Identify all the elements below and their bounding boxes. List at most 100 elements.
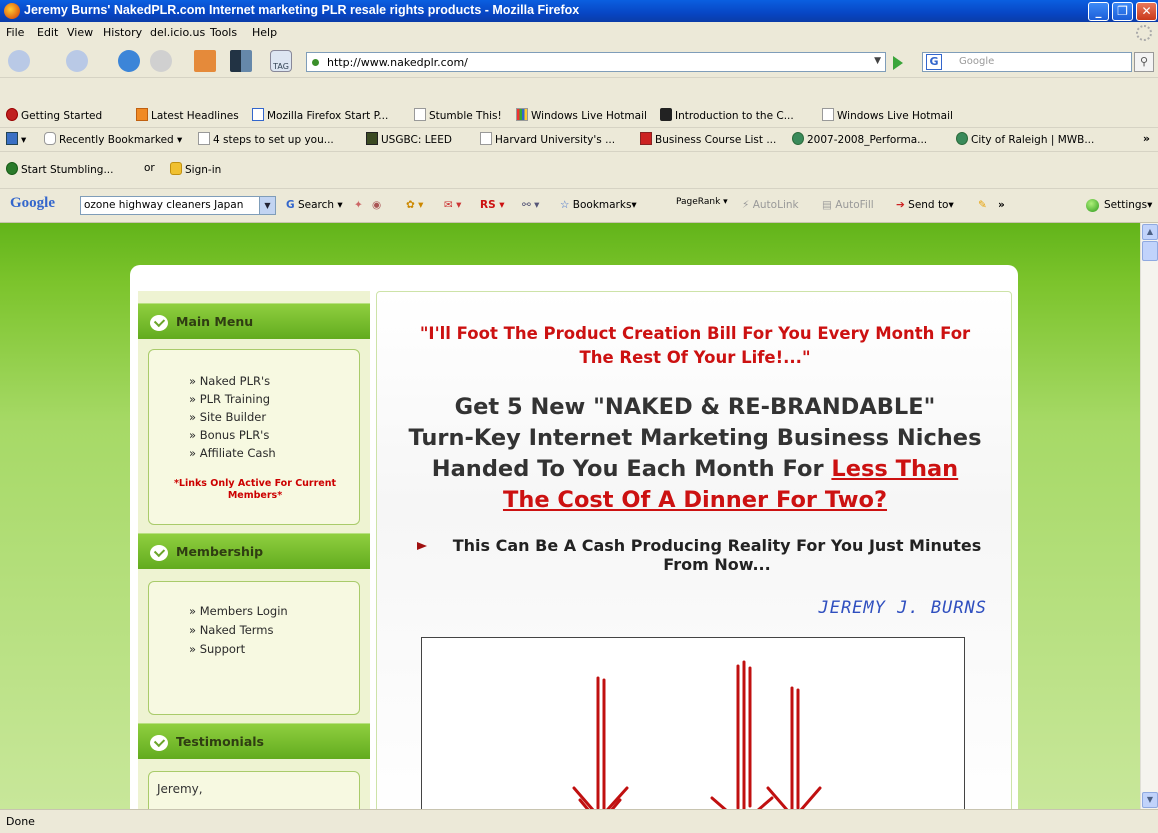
throbber-icon bbox=[1136, 25, 1152, 41]
home-icon[interactable] bbox=[194, 50, 216, 72]
pencil-icon[interactable]: ✎ bbox=[978, 199, 987, 211]
bookmark-performance[interactable]: 2007-2008_Performa... bbox=[792, 132, 927, 146]
sidebar: Main Menu Naked PLR's PLR Training Site … bbox=[138, 291, 370, 809]
headline-red-1: Less Than bbox=[831, 456, 959, 482]
maximize-button[interactable]: ❐ bbox=[1112, 2, 1133, 21]
testimonial-text: Jeremy, bbox=[157, 782, 203, 796]
bookmark-hotmail-2[interactable]: Windows Live Hotmail bbox=[822, 108, 953, 122]
bookmark-menu-button[interactable]: ▾ bbox=[6, 132, 26, 146]
toolbar-overflow-button[interactable]: » bbox=[998, 199, 1005, 211]
google-search-button[interactable]: G Search ▾ bbox=[286, 199, 343, 211]
popup-blocker-icon[interactable]: ◉ bbox=[372, 199, 381, 211]
back-icon[interactable] bbox=[8, 50, 30, 72]
page-viewport: Main Menu Naked PLR's PLR Training Site … bbox=[0, 223, 1140, 809]
bookmark-label: Mozilla Firefox Start P... bbox=[267, 110, 389, 122]
status-text: Done bbox=[6, 815, 35, 828]
window-title-bar: Jeremy Burns' NakedPLR.com Internet mark… bbox=[0, 0, 1158, 22]
menu-help[interactable]: Help bbox=[252, 26, 277, 39]
scroll-thumb[interactable] bbox=[1142, 241, 1158, 261]
headline-line-3: Handed To You Each Month For Less Than bbox=[377, 454, 1013, 485]
settings-icon bbox=[1086, 199, 1099, 212]
link-site-builder[interactable]: Site Builder bbox=[189, 410, 266, 424]
bookmark-usgbc[interactable]: USGBC: LEED bbox=[366, 132, 452, 146]
rs-button[interactable]: RS ▾ bbox=[480, 199, 505, 211]
google-search-input[interactable]: ozone highway cleaners Japan ▼ bbox=[80, 196, 276, 215]
bookmark-getting-started[interactable]: Getting Started bbox=[6, 108, 102, 122]
bookmark-harvard[interactable]: Harvard University's ... bbox=[480, 132, 615, 146]
bookmark-raleigh[interactable]: City of Raleigh | MWB... bbox=[956, 132, 1094, 146]
settings-button[interactable]: Settings▾ bbox=[1104, 199, 1152, 211]
url-text: http://www.nakedplr.com/ bbox=[327, 56, 468, 69]
search-engine-icon[interactable]: G bbox=[926, 54, 942, 70]
bookmark-4-steps[interactable]: 4 steps to set up you... bbox=[198, 132, 334, 146]
toolbar-extras-icon[interactable]: ✿ ▾ bbox=[406, 199, 423, 211]
down-arrows-icon bbox=[572, 660, 822, 809]
autolink-button[interactable]: ⚡ AutoLink bbox=[742, 199, 799, 211]
link-plr-training[interactable]: PLR Training bbox=[189, 392, 270, 406]
chevron-down-icon[interactable]: ▼ bbox=[259, 197, 275, 214]
url-dropdown-icon[interactable]: ▼ bbox=[874, 56, 881, 66]
business-icon bbox=[640, 132, 652, 145]
tree-icon bbox=[792, 132, 804, 145]
start-stumbling-button[interactable]: Start Stumbling... bbox=[6, 162, 114, 176]
stop-icon[interactable] bbox=[150, 50, 172, 72]
check-icon bbox=[150, 545, 168, 561]
vertical-scrollbar[interactable]: ▲ ▼ bbox=[1140, 223, 1158, 809]
sign-in-button[interactable]: Sign-in bbox=[170, 162, 221, 176]
url-input[interactable]: http://www.nakedplr.com/ ▼ bbox=[306, 52, 886, 72]
bookmark-business-course[interactable]: Business Course List ... bbox=[640, 132, 776, 146]
window-title: Jeremy Burns' NakedPLR.com Internet mark… bbox=[24, 3, 580, 17]
link-naked-plrs[interactable]: Naked PLR's bbox=[189, 374, 270, 388]
bookmark-label: City of Raleigh | MWB... bbox=[971, 134, 1095, 146]
menu-delicious[interactable]: del.icio.us bbox=[150, 26, 205, 39]
bookmark-stumble-this[interactable]: Stumble This! bbox=[414, 108, 502, 122]
or-text: or bbox=[144, 162, 155, 174]
send-to-button[interactable]: ➔ Send to▾ bbox=[896, 199, 954, 211]
link-affiliate-cash[interactable]: Affiliate Cash bbox=[189, 446, 276, 460]
send-to-label: Send to▾ bbox=[908, 199, 954, 211]
autofill-button[interactable]: ▤ AutoFill bbox=[822, 199, 874, 211]
tag-icon[interactable]: TAG bbox=[270, 50, 292, 72]
menu-view[interactable]: View bbox=[67, 26, 93, 39]
members-note: *Links Only Active For Current Members* bbox=[173, 478, 337, 501]
folder-icon bbox=[44, 132, 56, 145]
menu-history[interactable]: History bbox=[103, 26, 142, 39]
google-query-text: ozone highway cleaners Japan bbox=[84, 199, 244, 211]
main-menu-header: Main Menu bbox=[138, 303, 370, 339]
bookmarks-overflow-button[interactable]: » bbox=[1143, 132, 1150, 145]
scroll-up-icon[interactable]: ▲ bbox=[1142, 224, 1158, 240]
link-naked-terms[interactable]: Naked Terms bbox=[189, 623, 274, 637]
bookmark-latest-headlines[interactable]: Latest Headlines bbox=[136, 108, 239, 122]
bookmarks-button[interactable]: ☆ Bookmarks▾ bbox=[560, 199, 637, 211]
pagerank-button[interactable]: PageRank ▾ bbox=[676, 197, 728, 207]
reload-icon[interactable] bbox=[118, 50, 140, 72]
close-button[interactable]: ✕ bbox=[1136, 2, 1157, 21]
bookmark-recently-bookmarked[interactable]: Recently Bookmarked ▾ bbox=[44, 132, 182, 146]
bookmark-firefox-start[interactable]: Mozilla Firefox Start P... bbox=[252, 108, 388, 122]
scroll-down-icon[interactable]: ▼ bbox=[1142, 792, 1158, 808]
go-icon[interactable] bbox=[893, 56, 903, 70]
testimonials-header: Testimonials bbox=[138, 723, 370, 759]
bookmarks-label: Bookmarks▾ bbox=[572, 199, 637, 211]
link-bonus-plrs[interactable]: Bonus PLR's bbox=[189, 428, 270, 442]
screengrab-icon[interactable] bbox=[230, 50, 252, 72]
membership-box: Members Login Naked Terms Support bbox=[148, 581, 360, 715]
bookmark-introduction[interactable]: Introduction to the C... bbox=[660, 108, 794, 122]
forward-icon[interactable] bbox=[66, 50, 88, 72]
share-icon[interactable]: ⚯ ▾ bbox=[522, 199, 539, 211]
link-support[interactable]: Support bbox=[189, 642, 245, 656]
usgbc-icon bbox=[366, 132, 378, 145]
headline-line-3-text: Handed To You Each Month For bbox=[431, 456, 824, 482]
bookmark-hotmail[interactable]: Windows Live Hotmail bbox=[516, 108, 647, 122]
search-button[interactable]: ⚲ bbox=[1134, 52, 1154, 72]
page-icon bbox=[414, 108, 426, 121]
menu-tools[interactable]: Tools bbox=[210, 26, 237, 39]
search-input[interactable]: G Google bbox=[922, 52, 1132, 72]
menu-file[interactable]: File bbox=[6, 26, 24, 39]
menu-edit[interactable]: Edit bbox=[37, 26, 58, 39]
link-members-login[interactable]: Members Login bbox=[189, 604, 288, 618]
rss-icon bbox=[136, 108, 148, 121]
mail-icon[interactable]: ✉ ▾ bbox=[444, 199, 461, 211]
highlight-icon[interactable]: ✦ bbox=[354, 199, 363, 211]
minimize-button[interactable]: _ bbox=[1088, 2, 1109, 21]
